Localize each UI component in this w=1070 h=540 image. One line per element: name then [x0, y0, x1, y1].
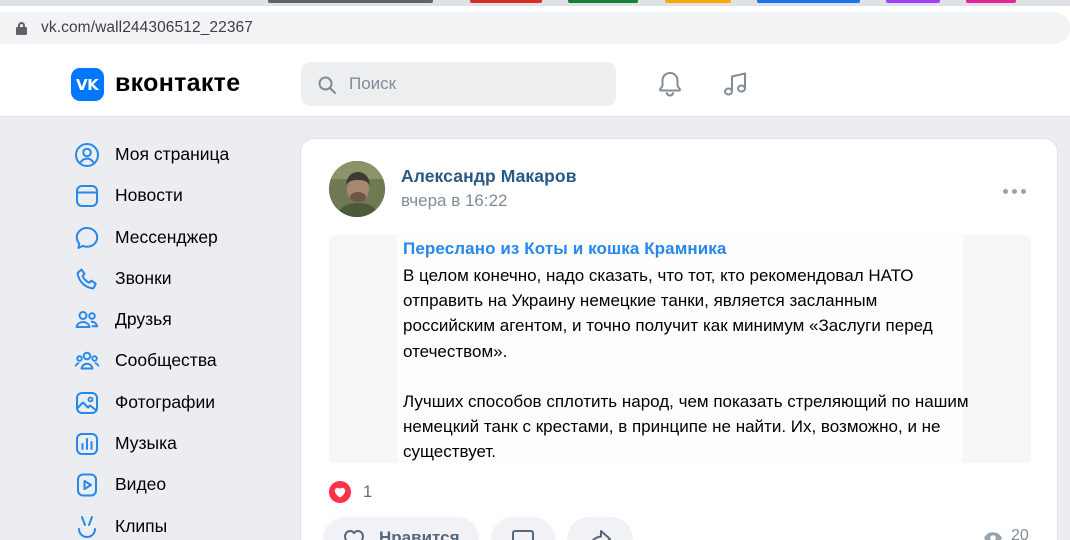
sidebar-item-messenger[interactable]: Мессенджер	[70, 217, 280, 258]
tab-indicator[interactable]	[886, 0, 940, 3]
search-input[interactable]	[349, 62, 599, 106]
share-button[interactable]	[567, 517, 633, 540]
lock-icon[interactable]	[16, 22, 27, 35]
tab-indicator[interactable]	[665, 0, 731, 3]
search-box[interactable]	[301, 62, 616, 106]
tab-indicator[interactable]	[966, 0, 1016, 3]
tab-indicator[interactable]	[568, 0, 638, 3]
post-card: Александр Макаров вчера в 16:22 Переслан…	[300, 138, 1058, 540]
tab-indicator[interactable]	[268, 0, 433, 3]
search-icon	[318, 76, 336, 94]
comment-icon	[512, 530, 534, 540]
likes-summary[interactable]: 1	[329, 481, 399, 505]
brand-name[interactable]: вконтакте	[115, 69, 240, 98]
music-icon	[76, 433, 98, 456]
sidebar-item-label: Мессенджер	[115, 226, 218, 247]
vk-logo-icon[interactable]: VK	[71, 68, 104, 101]
omnibox[interactable]: vk.com/wall244306512_22367	[0, 12, 1070, 44]
post-author[interactable]: Александр Макаров	[401, 166, 577, 187]
share-icon	[591, 530, 611, 540]
sidebar-item-music[interactable]: Музыка	[70, 423, 280, 464]
more-options-icon[interactable]	[1001, 184, 1031, 198]
likes-count: 1	[363, 483, 373, 501]
sidebar-item-photos[interactable]: Фотографии	[70, 382, 280, 423]
url-text[interactable]: vk.com/wall244306512_22367	[41, 19, 253, 37]
sidebar-item-calls[interactable]: Звонки	[70, 258, 280, 299]
sidebar-item-label: Звонки	[115, 267, 172, 288]
sidebar-item-news[interactable]: Новости	[70, 175, 280, 216]
tab-indicator[interactable]	[757, 0, 860, 3]
sidebar-item-friends[interactable]: Друзья	[70, 299, 280, 340]
views-eye-icon	[984, 532, 1002, 540]
communities-icon	[74, 352, 100, 370]
newsfeed-icon	[76, 185, 98, 208]
tab-indicator[interactable]	[470, 0, 542, 3]
forwarded-from-link[interactable]: Переслано из Коты и кошка Крамника	[403, 239, 726, 259]
sidebar-item-video[interactable]: Видео	[70, 464, 280, 505]
message-icon	[75, 226, 99, 249]
avatar[interactable]	[329, 161, 385, 217]
post-image[interactable]: Переслано из Коты и кошка Крамника В цел…	[329, 235, 1031, 463]
clips-icon	[78, 515, 96, 538]
post-text: В целом конечно, надо сказать, что тот, …	[403, 263, 973, 463]
views-count: 20	[1011, 527, 1029, 540]
sidebar-item-label: Музыка	[115, 433, 177, 454]
bell-icon[interactable]	[654, 68, 686, 100]
comment-button[interactable]	[491, 517, 555, 540]
like-button[interactable]: Нравится	[323, 517, 479, 540]
heart-icon	[329, 481, 351, 503]
sidebar-item-label: Фотографии	[115, 391, 216, 412]
sidebar-item-label: Друзья	[115, 309, 172, 330]
sidebar-item-label: Сообщества	[115, 350, 217, 371]
left-sidebar: Моя страница Новости Мессенджер Звонки Д…	[70, 134, 280, 540]
site-header: VK вконтакте	[0, 50, 1070, 117]
sidebar-item-communities[interactable]: Сообщества	[70, 340, 280, 381]
phone-icon	[76, 268, 97, 290]
post-paragraph: В целом конечно, надо сказать, что тот, …	[403, 266, 933, 361]
heart-outline-icon	[344, 530, 364, 540]
like-button-label: Нравится	[379, 528, 460, 540]
sidebar-item-label: Моя страница	[115, 144, 230, 164]
sidebar-item-my-page[interactable]: Моя страница	[70, 134, 280, 175]
address-bar: vk.com/wall244306512_22367	[0, 6, 1070, 50]
sidebar-item-label: Клипы	[115, 515, 168, 536]
photo-icon	[76, 391, 98, 414]
music-note-icon[interactable]	[720, 68, 752, 100]
sidebar-item-label: Видео	[115, 474, 167, 495]
post-time[interactable]: вчера в 16:22	[401, 191, 508, 211]
post-paragraph: Лучших способов сплотить народ, чем пока…	[403, 391, 969, 462]
sidebar-item-clips[interactable]: Клипы	[70, 506, 280, 540]
friends-icon	[75, 311, 99, 329]
user-circle-icon	[75, 143, 99, 167]
sidebar-item-label: Новости	[115, 185, 183, 206]
author-photo	[329, 161, 385, 217]
video-icon	[77, 473, 97, 497]
